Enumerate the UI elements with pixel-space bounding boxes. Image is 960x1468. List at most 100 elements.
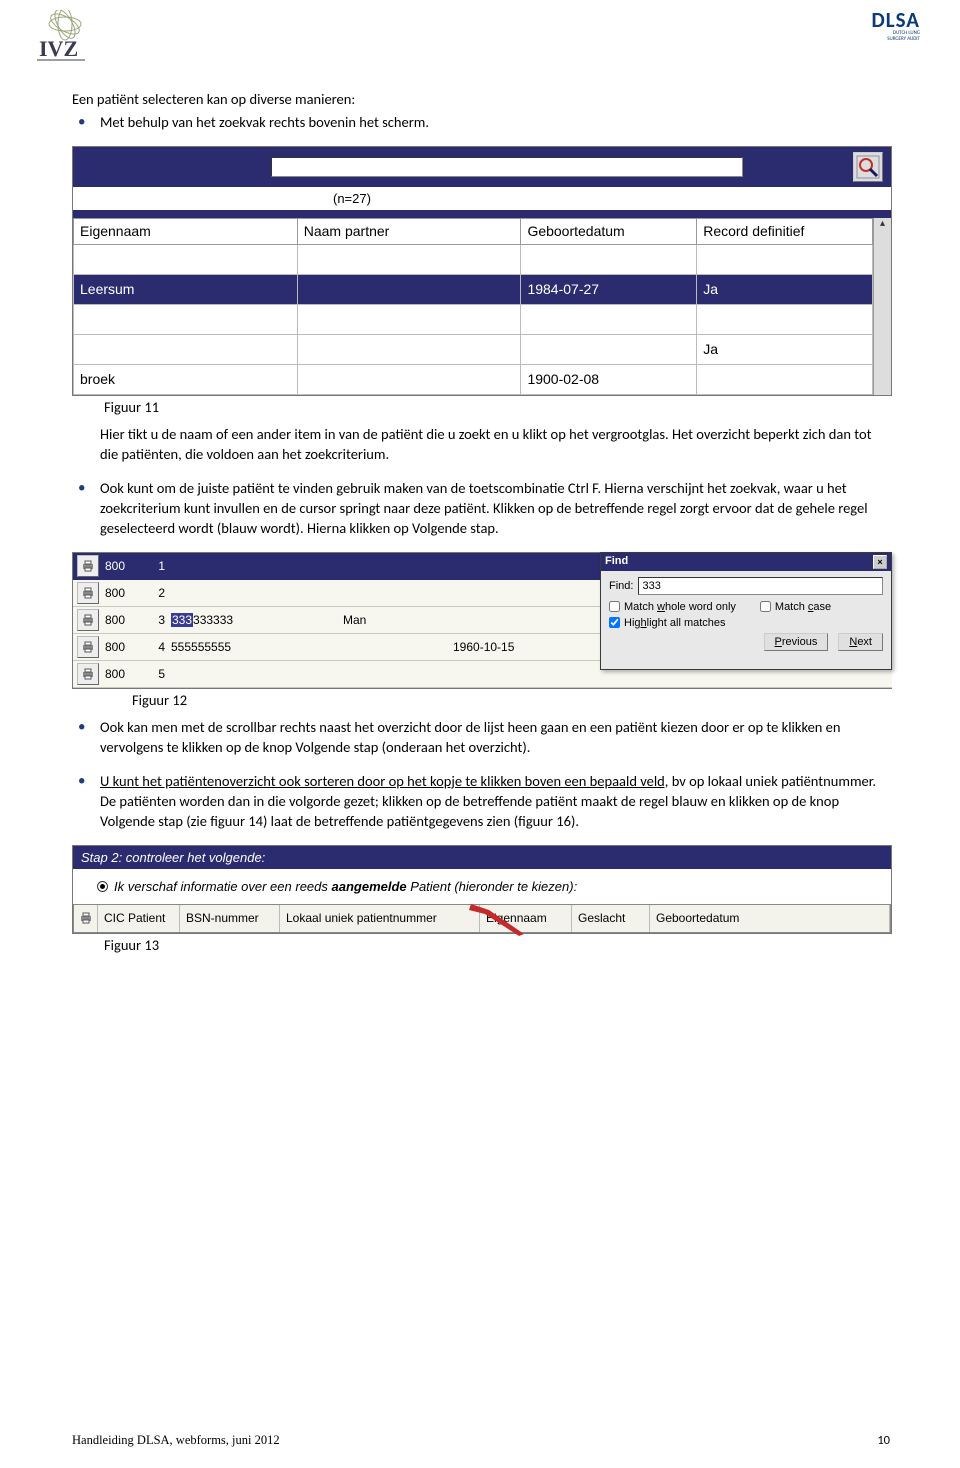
table-row[interactable] bbox=[74, 304, 873, 334]
table-row[interactable] bbox=[74, 244, 873, 274]
t: w bbox=[657, 601, 665, 613]
cell: 800 bbox=[103, 667, 147, 681]
arrow-icon bbox=[469, 896, 529, 936]
ivz-logo: IVZ bbox=[25, 10, 105, 70]
t: light all matches bbox=[647, 617, 726, 629]
table-row[interactable]: Ja bbox=[74, 334, 873, 364]
chk-highlight-all[interactable]: Highlight all matches bbox=[609, 617, 726, 629]
t: Patient (hieronder te kiezen): bbox=[407, 879, 578, 894]
fig11-count: (n=27) bbox=[73, 187, 891, 210]
dlsa-logo: DLSA DUTCH LUNG SURGERY AUDIT bbox=[871, 10, 920, 42]
fig11-toolbar bbox=[73, 147, 891, 187]
print-icon[interactable] bbox=[77, 582, 99, 604]
fig12-caption: Figuur 12 bbox=[132, 691, 890, 709]
col-geboortedatum[interactable]: Geboortedatum bbox=[650, 905, 890, 932]
col-eigennaam[interactable]: Eigennaam bbox=[74, 218, 298, 244]
bullet-searchbox: Met behulp van het zoekvak rechts boveni… bbox=[72, 112, 890, 132]
cell: 800 bbox=[103, 613, 147, 627]
dlsa-logo-text: DLSA bbox=[871, 10, 920, 31]
cell-rest: 333333 bbox=[193, 613, 233, 627]
previous-button[interactable]: Previous bbox=[764, 633, 829, 651]
find-dialog: Find × Find: Match whole word only Match… bbox=[600, 552, 892, 670]
cell: broek bbox=[74, 364, 298, 394]
cell: 555555555 bbox=[171, 640, 263, 654]
table-row[interactable]: Leersum 1984-07-27 Ja bbox=[74, 274, 873, 304]
cell: Ja bbox=[697, 274, 873, 304]
bullet-sort: U kunt het patiëntenoverzicht ook sorter… bbox=[72, 771, 890, 831]
cell: Man bbox=[343, 613, 423, 627]
col-lokaalnummer[interactable]: Lokaal uniek patientnummer bbox=[280, 905, 480, 932]
t: P bbox=[775, 636, 782, 648]
figure-11-screenshot: (n=27) Eigennaam Naam partner Geboorteda… bbox=[72, 146, 892, 396]
find-title-text: Find bbox=[605, 555, 628, 569]
radio-icon[interactable] bbox=[97, 881, 108, 892]
cell: 800 bbox=[103, 559, 147, 573]
col-namepartner[interactable]: Naam partner bbox=[297, 218, 521, 244]
cell: 5 bbox=[147, 667, 171, 681]
col-recorddef[interactable]: Record definitief bbox=[697, 218, 873, 244]
checkbox[interactable] bbox=[609, 617, 620, 628]
cell: 333333333 bbox=[171, 613, 263, 627]
t: ase bbox=[813, 601, 831, 613]
fig13-step-title: Stap 2: controleer het volgende: bbox=[73, 846, 891, 869]
highlight: 333 bbox=[171, 613, 193, 627]
col-geboortedatum[interactable]: Geboortedatum bbox=[521, 218, 697, 244]
footer-left: Handleiding DLSA, webforms, juni 2012 bbox=[72, 1433, 280, 1448]
footer-pagenum: 10 bbox=[877, 1433, 890, 1448]
chk-match-case[interactable]: Match case bbox=[760, 601, 831, 613]
cell: 1 bbox=[147, 559, 171, 573]
fig11-header-row: Eigennaam Naam partner Geboortedatum Rec… bbox=[74, 218, 873, 244]
figure-12-screenshot: 800 1 800 2 800 3 333333333 Man 800 4 55… bbox=[72, 552, 892, 689]
t: aangemelde bbox=[332, 879, 407, 894]
fig11-caption: Figuur 11 bbox=[104, 398, 890, 416]
table-row[interactable]: broek 1900-02-08 bbox=[74, 364, 873, 394]
search-input[interactable] bbox=[271, 157, 743, 177]
print-icon[interactable] bbox=[77, 636, 99, 658]
cell: Ja bbox=[697, 334, 873, 364]
page-header: IVZ DLSA DUTCH LUNG SURGERY AUDIT bbox=[0, 0, 960, 70]
t: Ik verschaf informatie over een reeds bbox=[114, 879, 332, 894]
next-button[interactable]: Next bbox=[838, 633, 883, 651]
t: ext bbox=[857, 636, 872, 648]
col-bsn[interactable]: BSN-nummer bbox=[180, 905, 280, 932]
col-cicpatient[interactable]: CIC Patient bbox=[98, 905, 180, 932]
bullet-scrollbar: Ook kan men met de scrollbar rechts naas… bbox=[72, 717, 890, 757]
cell bbox=[297, 274, 521, 304]
checkbox[interactable] bbox=[760, 601, 771, 612]
fig13-caption: Figuur 13 bbox=[104, 936, 890, 954]
t: revious bbox=[782, 636, 817, 648]
cell: 4 bbox=[147, 640, 171, 654]
close-icon[interactable]: × bbox=[873, 555, 887, 569]
intro-line: Een patiënt selecteren kan op diverse ma… bbox=[72, 90, 890, 110]
cell: 2 bbox=[147, 586, 171, 600]
col-geslacht[interactable]: Geslacht bbox=[572, 905, 650, 932]
find-input[interactable] bbox=[638, 577, 883, 595]
cell: 1900-02-08 bbox=[521, 364, 697, 394]
cell: 3 bbox=[147, 613, 171, 627]
scrollbar[interactable]: ▴ bbox=[873, 218, 891, 395]
dlsa-logo-sub2: SURGERY AUDIT bbox=[871, 37, 920, 43]
bullet-sort-underlined: U kunt het patiëntenoverzicht ook sorter… bbox=[100, 772, 668, 790]
search-icon[interactable] bbox=[853, 152, 883, 182]
print-icon[interactable] bbox=[74, 905, 98, 932]
bullet-ctrlf: Ook kunt om de juiste patiënt te vinden … bbox=[72, 478, 890, 538]
chk-whole-word[interactable]: Match whole word only bbox=[609, 601, 736, 613]
find-label: Find: bbox=[609, 580, 633, 592]
page-footer: Handleiding DLSA, webforms, juni 2012 10 bbox=[72, 1433, 890, 1448]
cell: 800 bbox=[103, 586, 147, 600]
t: hole word only bbox=[665, 601, 736, 613]
print-icon[interactable] bbox=[77, 663, 99, 685]
cell: Leersum bbox=[74, 274, 298, 304]
checkbox[interactable] bbox=[609, 601, 620, 612]
t: Match bbox=[624, 601, 657, 613]
t: Match bbox=[775, 601, 808, 613]
svg-text:IVZ: IVZ bbox=[39, 36, 78, 61]
print-icon[interactable] bbox=[77, 555, 99, 577]
fig11-table: Eigennaam Naam partner Geboortedatum Rec… bbox=[73, 218, 873, 395]
cell: 1984-07-27 bbox=[521, 274, 697, 304]
fig11-divider bbox=[73, 210, 891, 218]
cell: 800 bbox=[103, 640, 147, 654]
para-after-fig11: Hier tikt u de naam of een ander item in… bbox=[100, 424, 890, 464]
fig13-columnheaders: CIC Patient BSN-nummer Lokaal uniek pati… bbox=[73, 904, 891, 933]
print-icon[interactable] bbox=[77, 609, 99, 631]
